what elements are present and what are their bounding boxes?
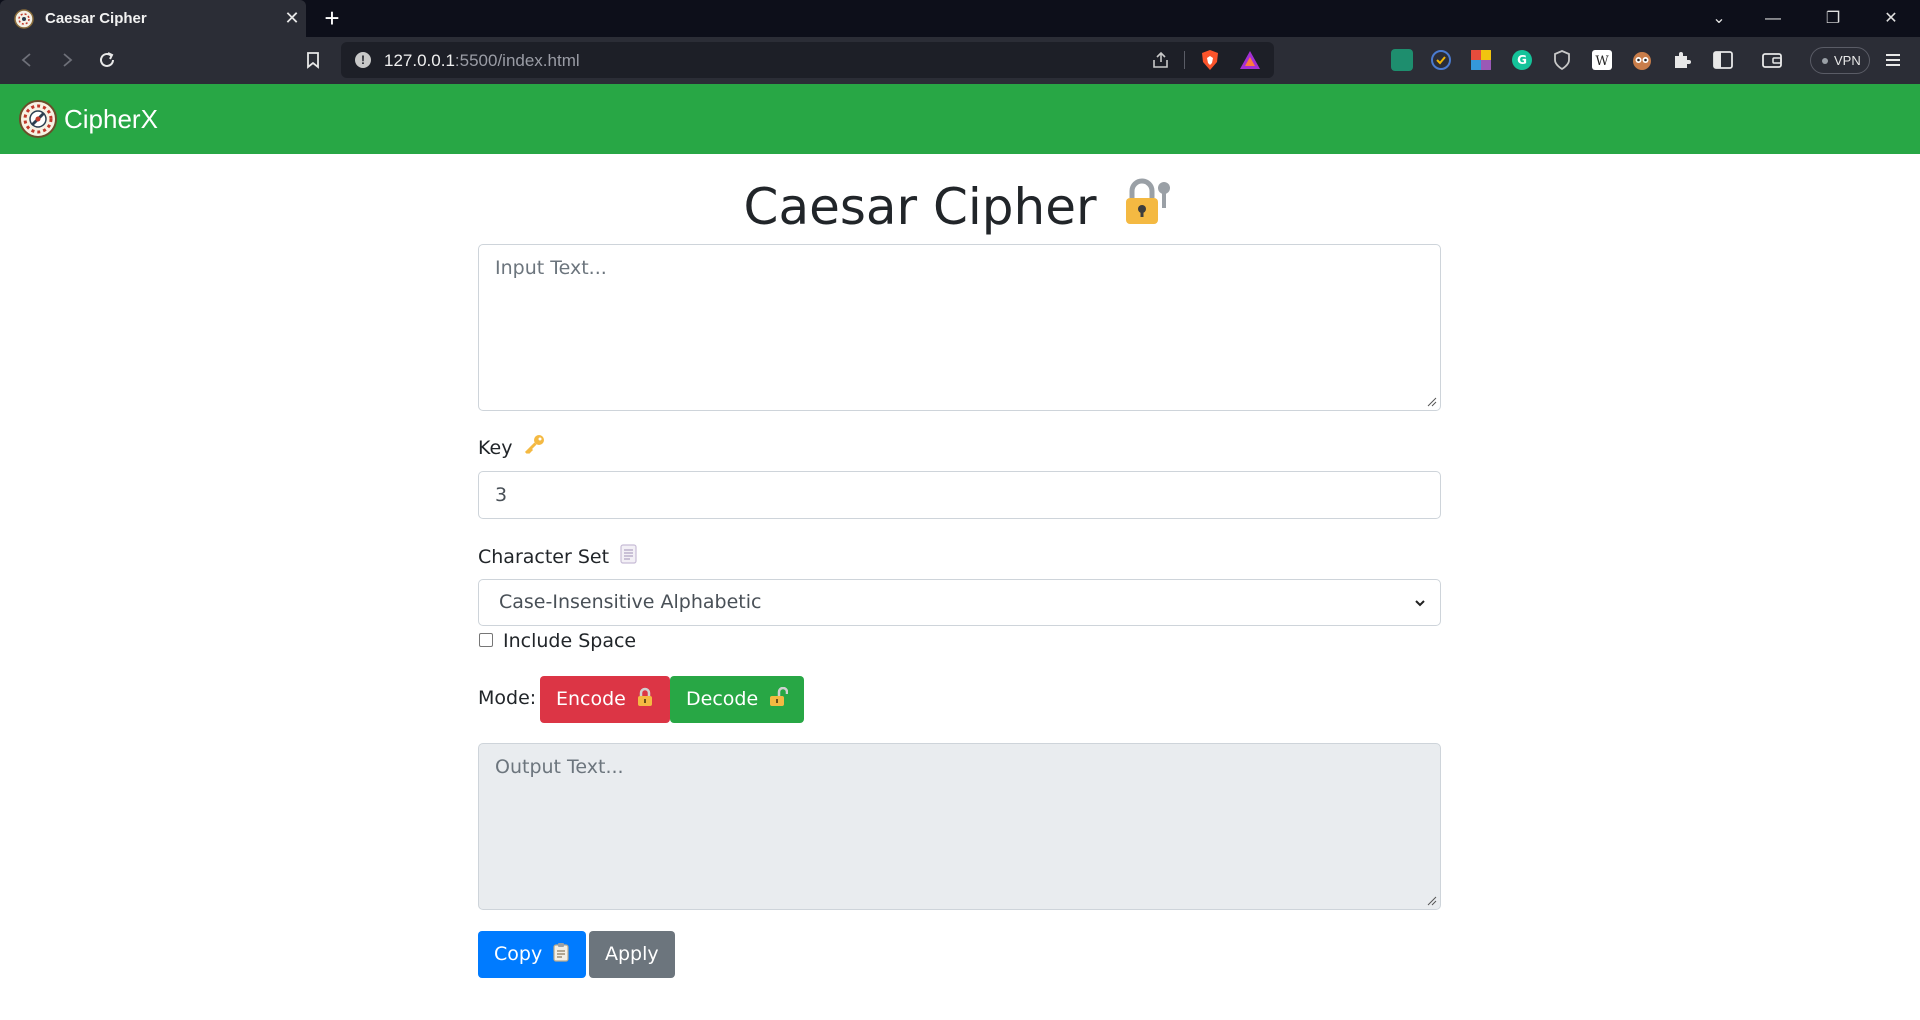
key-input-value: 3: [495, 484, 508, 506]
cipherx-logo-icon[interactable]: [18, 99, 58, 139]
scroll-document-icon: [620, 544, 637, 564]
site-info-icon[interactable]: !: [355, 52, 371, 68]
browser-tab[interactable]: Caesar Cipher ✕: [0, 0, 306, 37]
address-bar[interactable]: ! 127.0.0.1:5500/index.html: [341, 42, 1274, 78]
key-label-text: Key: [478, 437, 513, 459]
vpn-button[interactable]: VPN: [1810, 47, 1870, 74]
vpn-label: VPN: [1834, 53, 1861, 68]
brave-rewards-icon[interactable]: [1239, 50, 1261, 70]
apply-button[interactable]: Apply: [589, 931, 675, 978]
apply-label: Apply: [605, 943, 659, 965]
close-window-icon[interactable]: ✕: [1878, 6, 1904, 32]
page-title: Caesar Cipher: [478, 176, 1440, 236]
resize-handle-icon[interactable]: [1427, 397, 1437, 407]
include-space-checkbox[interactable]: [479, 633, 493, 647]
brave-shield-icon[interactable]: [1199, 49, 1221, 71]
page-title-text: Caesar Cipher: [743, 178, 1097, 236]
svg-text:G: G: [1517, 53, 1527, 67]
shield-extension-icon[interactable]: [1551, 49, 1573, 71]
mail-extension-icon[interactable]: [1391, 49, 1413, 71]
decode-label: Decode: [686, 688, 759, 710]
locked-with-key-icon: [1126, 178, 1171, 224]
key-input[interactable]: 3: [478, 471, 1441, 519]
unlock-icon: [770, 687, 789, 706]
key-label: Key: [478, 434, 545, 459]
browser-tabstrip: Caesar Cipher ✕ + ⌄ — ❐ ✕: [0, 0, 1920, 37]
charset-selected-value: Case-Insensitive Alphabetic: [499, 591, 762, 613]
tab-close-icon[interactable]: ✕: [282, 8, 302, 28]
copy-label: Copy: [494, 943, 543, 965]
restore-icon[interactable]: ❐: [1820, 6, 1846, 32]
owl-extension-icon[interactable]: [1631, 49, 1653, 71]
check-extension-icon[interactable]: [1430, 49, 1452, 71]
output-text-area[interactable]: Output Text...: [478, 743, 1441, 910]
app-navbar: CipherX: [0, 84, 1920, 154]
tab-search-icon[interactable]: ⌄: [1706, 6, 1732, 32]
minimize-icon[interactable]: —: [1760, 6, 1786, 32]
new-tab-icon[interactable]: +: [320, 5, 344, 31]
reload-icon[interactable]: [94, 47, 120, 73]
charset-label: Character Set: [478, 543, 639, 568]
clipboard-icon: [553, 943, 569, 962]
copy-button[interactable]: Copy: [478, 931, 587, 978]
browser-toolbar: ! 127.0.0.1:5500/index.html G W VPN: [0, 37, 1920, 84]
resize-handle-icon[interactable]: [1427, 896, 1437, 906]
output-placeholder: Output Text...: [495, 756, 624, 778]
charset-label-text: Character Set: [478, 546, 610, 568]
wikipedia-extension-icon[interactable]: W: [1591, 49, 1613, 71]
cipher-wheel-icon: [14, 9, 34, 29]
chevron-down-icon: [1415, 600, 1425, 607]
lock-icon: [637, 687, 652, 706]
mode-label: Mode:: [478, 687, 537, 709]
forward-icon[interactable]: [54, 47, 80, 73]
input-text-area[interactable]: Input Text...: [478, 244, 1441, 411]
bookmark-icon[interactable]: [300, 47, 326, 73]
omnibox-divider: [1184, 51, 1185, 69]
navbar-brand[interactable]: CipherX: [64, 104, 158, 135]
puzzle-extensions-icon[interactable]: [1671, 49, 1693, 71]
encode-label: Encode: [556, 688, 626, 710]
sidebar-toggle-icon[interactable]: [1712, 49, 1734, 71]
input-placeholder: Input Text...: [495, 257, 607, 279]
svg-text:W: W: [1595, 54, 1609, 69]
grammarly-icon[interactable]: G: [1511, 49, 1533, 71]
back-icon[interactable]: [14, 47, 40, 73]
tab-title: Caesar Cipher: [45, 10, 147, 27]
wallet-icon[interactable]: [1761, 49, 1783, 71]
charset-select[interactable]: Case-Insensitive Alphabetic: [478, 579, 1441, 626]
menu-icon[interactable]: [1882, 49, 1904, 71]
decode-button[interactable]: Decode: [670, 676, 805, 723]
address-url: 127.0.0.1:5500/index.html: [384, 51, 580, 70]
encode-button[interactable]: Encode: [540, 676, 670, 723]
key-icon: [524, 435, 544, 455]
colorgrid-extension-icon[interactable]: [1470, 49, 1492, 71]
include-space-label[interactable]: Include Space: [503, 630, 636, 652]
share-icon[interactable]: [1151, 51, 1171, 69]
